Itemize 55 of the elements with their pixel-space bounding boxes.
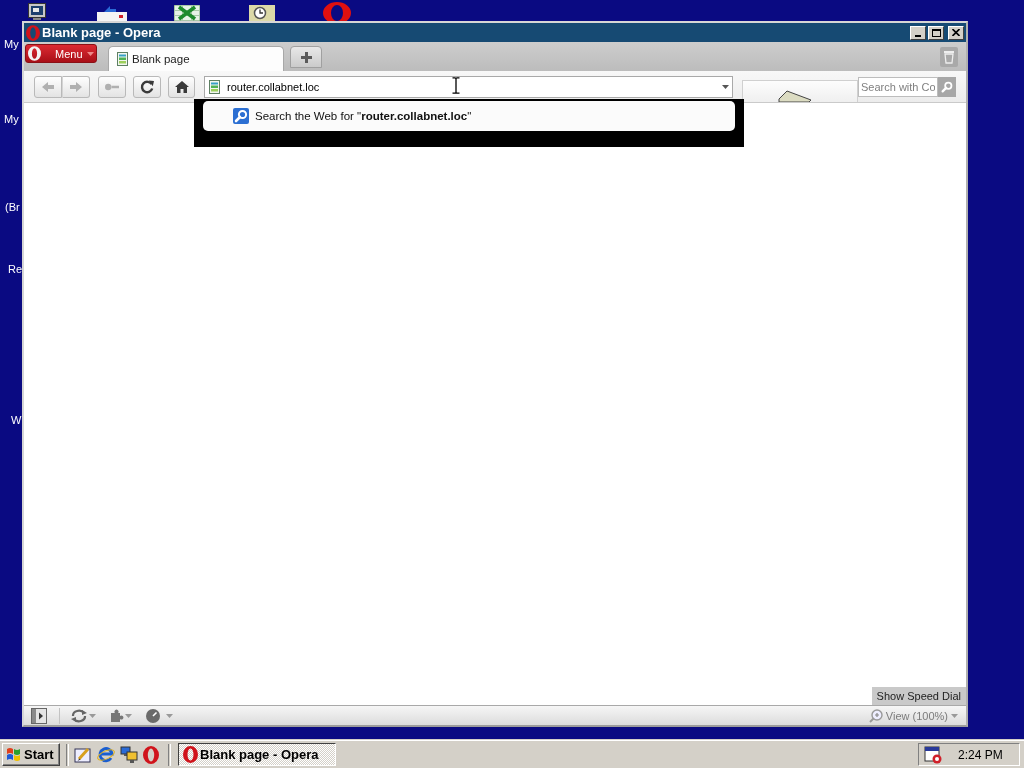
page-icon [209, 79, 220, 94]
start-button[interactable]: Start [2, 743, 60, 766]
plus-icon [300, 51, 312, 63]
close-button[interactable] [948, 25, 964, 40]
ring-icon [26, 24, 40, 41]
window-title: Blank page - Opera [42, 25, 161, 40]
desktop-icon-label[interactable]: My [4, 113, 19, 126]
zoom-button[interactable]: View (100%) [868, 708, 958, 723]
menu-button[interactable]: Menu [25, 44, 97, 63]
flag-icon [6, 747, 22, 762]
maximize-icon [931, 28, 941, 37]
inbox-icon[interactable] [96, 4, 128, 21]
reload-icon [139, 78, 155, 95]
ring-icon [28, 46, 41, 61]
clock-time: 2:24 PM [958, 747, 1003, 762]
e-logo-icon[interactable] [97, 745, 115, 764]
zoom-in-icon [868, 708, 883, 723]
puzzle-icon[interactable] [110, 708, 124, 723]
taskbar-task-button[interactable]: Blank page - Opera [178, 743, 336, 766]
speed-dial-button[interactable]: Show Speed Dial [871, 687, 966, 705]
search-field[interactable]: Search with Co [858, 76, 938, 97]
ring-icon [183, 746, 198, 763]
spreadsheet-icon[interactable] [174, 5, 200, 21]
sync-icon[interactable] [70, 708, 88, 723]
ring-icon[interactable] [143, 745, 159, 764]
clock-icon[interactable] [249, 5, 275, 21]
monitors-icon[interactable] [120, 745, 138, 764]
address-field[interactable]: router.collabnet.loc [204, 75, 733, 98]
pencil-icon[interactable] [74, 745, 92, 764]
browser-tab[interactable]: Blank page [108, 46, 284, 71]
home-button[interactable] [168, 75, 195, 98]
dropdown-caret-icon[interactable] [722, 84, 729, 89]
monitor-icon[interactable] [28, 3, 46, 20]
desktop-icon-label[interactable]: (Br [5, 201, 20, 214]
search-icon [940, 79, 954, 94]
caret-icon [951, 713, 958, 718]
page-icon [117, 52, 128, 66]
desktop-icon-label[interactable]: My [4, 38, 19, 51]
home-icon [173, 78, 190, 95]
gauge-icon[interactable] [146, 708, 160, 723]
caret-icon [86, 51, 94, 56]
desktop-icon-label[interactable]: W [11, 414, 22, 427]
maximize-button[interactable] [928, 25, 944, 40]
minimize-icon [915, 34, 921, 37]
search-icon [233, 108, 249, 124]
minimize-button[interactable] [910, 25, 926, 40]
suggestion-item[interactable]: Search the Web for "router.collabnet.loc" [203, 101, 735, 131]
ring-icon[interactable] [322, 2, 352, 21]
new-tab-button[interactable] [290, 46, 322, 68]
reload-button[interactable] [133, 75, 161, 98]
text-cursor-icon [452, 77, 460, 94]
calendar-icon[interactable] [924, 745, 942, 764]
close-icon [952, 29, 960, 36]
desktop-icon-label[interactable]: Re [8, 263, 23, 276]
panel-toggle-icon[interactable] [31, 707, 47, 724]
